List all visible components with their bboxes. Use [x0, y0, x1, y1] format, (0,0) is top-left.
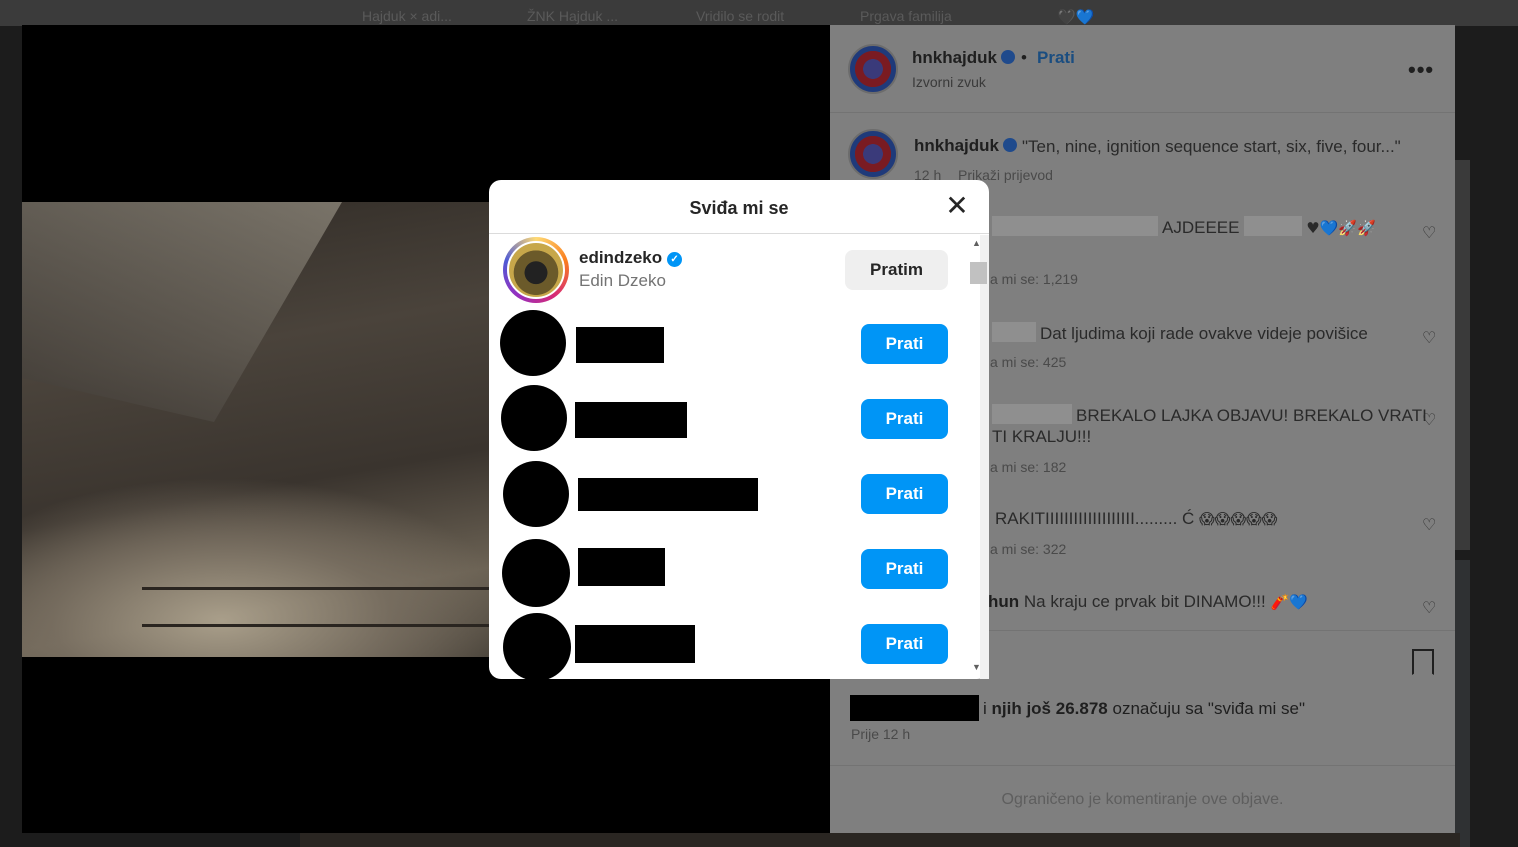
likes-summary[interactable]: i njih još 26.878 označuju sa "sviđa mi … — [850, 695, 1305, 721]
background-tab[interactable]: Prgava familija — [860, 8, 952, 24]
liker-avatar-redacted[interactable] — [501, 385, 567, 451]
rocket-fin — [22, 202, 342, 422]
heart-icon[interactable]: ♡ — [1422, 598, 1436, 618]
comment-text: AJDEEEE ♥💙🚀🚀 — [992, 216, 1376, 238]
redacted-username — [576, 327, 664, 363]
background-page-edge — [1455, 160, 1470, 550]
background-page-edge — [1455, 560, 1470, 847]
liker-avatar-redacted[interactable] — [503, 613, 571, 679]
more-options-icon[interactable]: ••• — [1408, 57, 1434, 83]
comments-restricted-notice: Ograničeno je komentiranje ove objave. — [830, 765, 1455, 833]
comment-likes[interactable]: a mi se: 1,219 — [990, 271, 1078, 287]
avatar-photo — [507, 241, 565, 299]
background-tab[interactable]: Hajduk × adi... — [362, 8, 452, 24]
caption-author[interactable]: hnkhajduk — [914, 136, 1018, 156]
comment-text: hun Na kraju ce prvak bit DINAMO!!! 🧨💙 — [988, 592, 1308, 611]
redacted-username — [575, 402, 687, 438]
follow-button[interactable]: Prati — [861, 624, 948, 664]
liker-row: Prati — [489, 310, 967, 385]
post-header: hnkhajduk • Prati Izvorni zvuk ••• — [830, 25, 1455, 113]
close-icon[interactable]: ✕ — [945, 192, 969, 220]
caption-author-avatar[interactable] — [848, 129, 898, 179]
likes-modal: Sviđa mi se ✕ edindzeko ✓ Edin Dzeko Prat… — [489, 180, 989, 679]
comment-likes[interactable]: a mi se: 182 — [990, 459, 1066, 475]
background-tab-strip: Hajduk × adi... ŽNK Hajduk ... Vridilo s… — [0, 0, 1518, 26]
follow-button[interactable]: Prati — [861, 324, 948, 364]
post-time: Prije 12 h — [851, 726, 911, 742]
scrollbar-thumb[interactable] — [970, 262, 987, 284]
heart-icon[interactable]: ♡ — [1422, 410, 1436, 430]
liker-row: Prati — [489, 385, 967, 460]
verified-badge-icon — [1001, 50, 1016, 64]
author-username[interactable]: hnkhajduk — [912, 48, 1016, 68]
redacted-username — [578, 548, 665, 586]
modal-title: Sviđa mi se — [689, 198, 789, 218]
comment-text: BREKALO LAJKA OBJAVU! BREKALO VRATI — [992, 404, 1427, 426]
comment-likes[interactable]: a mi se: 425 — [990, 354, 1066, 370]
blurred-username — [992, 404, 1072, 424]
follow-button[interactable]: Prati — [861, 399, 948, 439]
liker-username[interactable]: edindzeko ✓ — [579, 248, 683, 268]
separator-dot: • — [1021, 48, 1027, 67]
comment-text: RAKITIIIIIIIIIIIIIIIIIII......... Ć 😱😱😱😱… — [995, 509, 1278, 528]
comment-likes[interactable]: a mi se: 322 — [990, 541, 1066, 557]
liker-avatar[interactable] — [503, 237, 569, 303]
comment-text-continued: TI KRALJU!!! — [992, 427, 1092, 446]
scroll-up-arrow-icon[interactable]: ▲ — [972, 238, 981, 248]
heart-icon[interactable]: ♡ — [1422, 515, 1436, 535]
follow-button[interactable]: Prati — [861, 549, 948, 589]
author-avatar[interactable] — [848, 44, 898, 94]
verified-badge-icon: ✓ — [667, 252, 683, 267]
liker-row: edindzeko ✓ Edin Dzeko Pratim — [489, 235, 967, 310]
liker-full-name: Edin Dzeko — [579, 271, 666, 290]
modal-scrollbar[interactable] — [980, 235, 989, 679]
launch-smoke — [22, 477, 522, 657]
liker-avatar-redacted[interactable] — [500, 310, 566, 376]
background-tab[interactable]: Vridilo se rodit — [696, 8, 784, 24]
redacted-likers — [850, 695, 979, 721]
background-tab[interactable]: 🖤💙 — [1057, 8, 1094, 26]
liker-row: Prati — [489, 610, 967, 679]
follow-button[interactable]: Prati — [861, 474, 948, 514]
audio-label[interactable]: Izvorni zvuk — [912, 74, 986, 90]
scroll-down-arrow-icon[interactable]: ▼ — [972, 662, 981, 672]
heart-icon[interactable]: ♡ — [1422, 328, 1436, 348]
likers-list: edindzeko ✓ Edin Dzeko Pratim Prati Prati… — [489, 235, 967, 679]
blurred-username — [992, 216, 1158, 236]
following-button[interactable]: Pratim — [845, 250, 948, 290]
modal-header: Sviđa mi se ✕ — [489, 180, 989, 234]
liker-avatar-redacted[interactable] — [502, 539, 570, 607]
liker-row: Prati — [489, 460, 967, 535]
follow-link[interactable]: Prati — [1037, 48, 1075, 68]
background-page-edge — [300, 833, 1460, 847]
background-tab[interactable]: ŽNK Hajduk ... — [527, 8, 618, 24]
caption-text: "Ten, nine, ignition sequence start, six… — [1022, 137, 1401, 156]
redacted-username — [578, 478, 758, 511]
liker-row: Prati — [489, 535, 967, 610]
redacted-username — [575, 625, 695, 663]
heart-icon[interactable]: ♡ — [1422, 223, 1436, 243]
comment-text: Dat ljudima koji rade ovakve videje povi… — [992, 322, 1368, 344]
liker-avatar-redacted[interactable] — [503, 461, 569, 527]
verified-badge-icon — [1003, 138, 1018, 152]
blurred-username — [992, 322, 1036, 342]
blurred-text — [1244, 216, 1303, 236]
